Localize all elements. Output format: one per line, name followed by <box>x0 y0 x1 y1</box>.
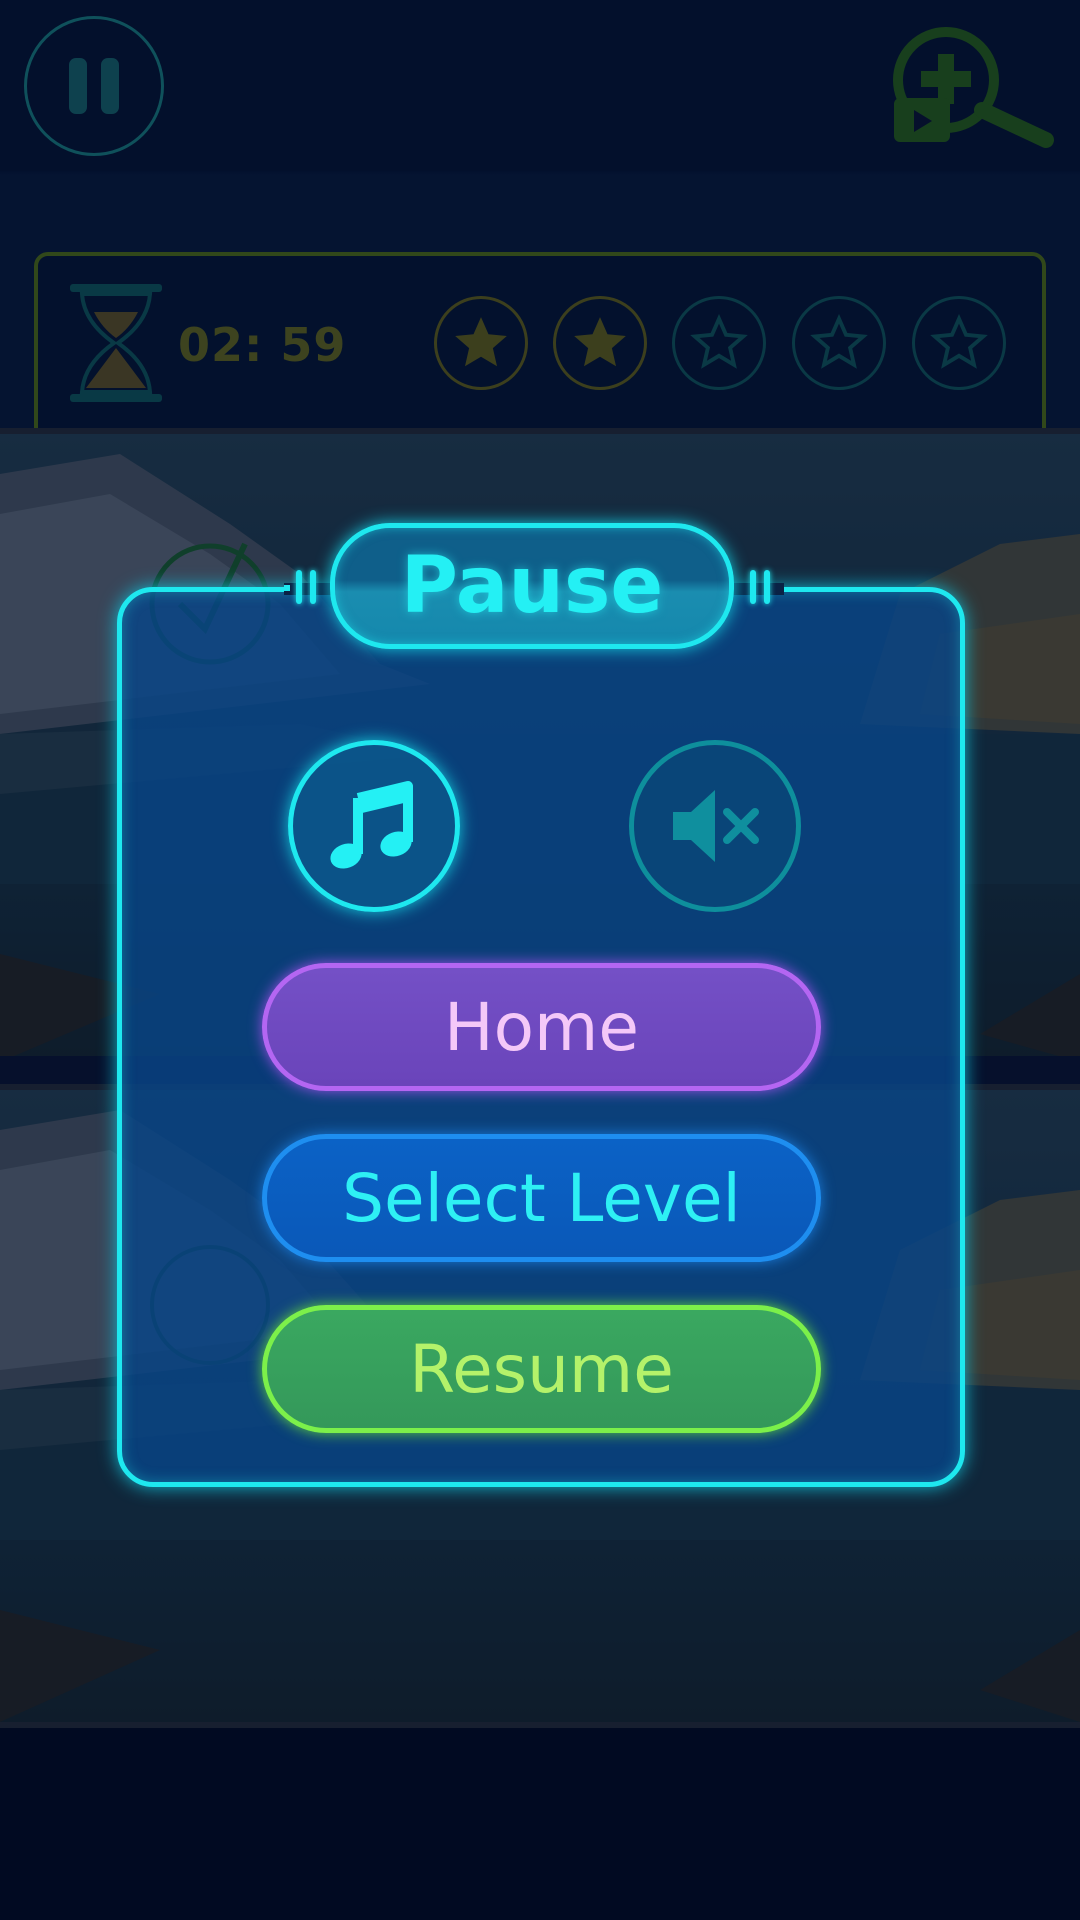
title-line-end <box>284 585 290 591</box>
home-button[interactable]: Home <box>262 963 821 1091</box>
title-ornament <box>296 570 302 604</box>
dialog-title-text: Pause <box>400 541 664 631</box>
sound-mute-button[interactable] <box>629 740 801 912</box>
game-screen: 02: 59 Pause Home Select Level Resume <box>0 0 1080 1920</box>
speaker-mute-icon <box>673 790 759 862</box>
music-toggle-button[interactable] <box>288 740 460 912</box>
dialog-title: Pause <box>330 523 734 649</box>
select-level-button[interactable]: Select Level <box>262 1134 821 1262</box>
title-ornament <box>764 570 770 604</box>
resume-button[interactable]: Resume <box>262 1305 821 1433</box>
music-note-icon <box>330 781 413 869</box>
title-ornament <box>310 570 316 604</box>
title-ornament <box>750 570 756 604</box>
